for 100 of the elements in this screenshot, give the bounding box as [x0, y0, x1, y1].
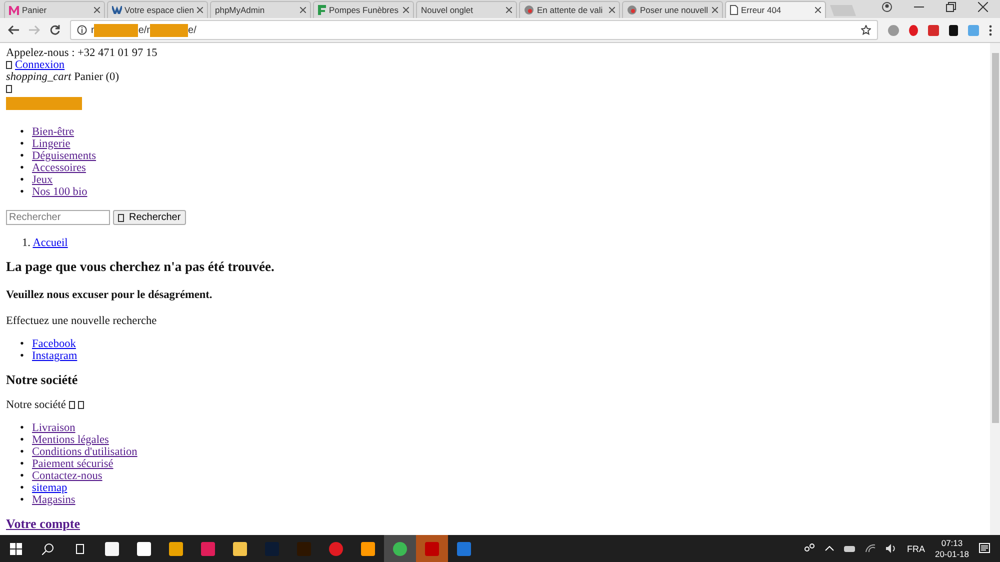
f-logo-icon [318, 5, 326, 15]
reload-icon[interactable] [50, 25, 60, 35]
language-indicator[interactable]: FRA [906, 544, 925, 554]
list-bullet: • [19, 126, 25, 138]
category-link[interactable]: Bien-être [32, 126, 74, 138]
close-icon[interactable] [506, 7, 512, 13]
footer-link[interactable]: sitemap [32, 482, 68, 494]
error-title: La page que vous cherchez n'a pas été trouvée. [6, 261, 276, 273]
category-link[interactable]: Lingerie [32, 138, 70, 150]
profile-icon[interactable] [882, 2, 892, 12]
cart-icon-text: shopping_cart [6, 71, 72, 83]
back-icon[interactable] [8, 25, 19, 35]
list-bullet: • [19, 494, 25, 506]
notification-icon[interactable] [979, 543, 990, 554]
clock[interactable]: 07:13 20-01-18 [934, 538, 969, 560]
section-heading: Notre société [6, 374, 79, 386]
close-icon[interactable] [712, 7, 718, 13]
info-icon [77, 25, 87, 35]
section-label: Notre société [6, 399, 984, 411]
browser-tab[interactable]: Poser une nouvell [622, 1, 723, 18]
page-icon [730, 5, 738, 15]
footer-link[interactable]: Paiement sécurisé [32, 458, 114, 470]
cart-text: Panier (0) [74, 71, 119, 83]
close-icon[interactable] [978, 2, 988, 12]
category-link[interactable]: Jeux [32, 174, 53, 186]
browser-tab[interactable]: Votre espace clien [107, 1, 208, 18]
wifi-icon[interactable] [864, 544, 876, 553]
category-link[interactable]: Déguisements [32, 150, 96, 162]
app-icon [297, 542, 311, 556]
menu-icon[interactable] [989, 24, 992, 36]
browser-tab[interactable]: phpMyAdmin [210, 1, 311, 18]
close-icon[interactable] [403, 7, 409, 13]
browser-tab[interactable]: En attente de vali [519, 1, 620, 18]
speaker-icon[interactable] [886, 544, 897, 553]
list-bullet: • [19, 350, 25, 362]
error-subtitle: Veuillez nous excuser pour le désagrément. [6, 289, 214, 301]
app-icon [361, 542, 375, 556]
list-bullet: • [19, 162, 25, 174]
list-bullet: • [19, 458, 25, 470]
address-bar[interactable]: r e/r e/ [70, 20, 878, 40]
list-bullet: • [19, 470, 25, 482]
search-field[interactable]: Rechercher [6, 210, 110, 225]
list-bullet: • [19, 338, 25, 350]
close-icon[interactable] [815, 7, 821, 13]
m-logo-icon [9, 6, 19, 14]
social-link[interactable]: Instagram [32, 350, 78, 362]
redaction-bar [94, 24, 138, 36]
app-icon [105, 542, 119, 556]
search-prompt: Effectuez une nouvelle recherche [6, 315, 158, 327]
app-icon [329, 542, 343, 556]
missing-glyph-icon [6, 85, 12, 93]
footer-link[interactable]: Conditions d'utilisation [32, 446, 138, 458]
social-link[interactable]: Facebook [32, 338, 76, 350]
browser-tab[interactable]: Nouvel onglet [416, 1, 517, 18]
phone-text: Appelez-nous : +32 471 01 97 15 [6, 47, 158, 59]
category-link[interactable]: Nos 100 bio [32, 186, 88, 198]
list-bullet: • [19, 186, 25, 198]
search-button[interactable]: Rechercher [113, 210, 186, 225]
app-icon [457, 542, 471, 556]
list-bullet: • [19, 446, 25, 458]
scrollbar[interactable] [990, 43, 1000, 535]
redaction-bar [150, 24, 188, 36]
app-icon [169, 542, 183, 556]
close-icon[interactable] [609, 7, 615, 13]
account-heading-link[interactable]: Votre compte [6, 516, 80, 531]
close-icon[interactable] [300, 7, 306, 13]
chevron-up-icon[interactable] [824, 546, 834, 551]
browser-tab[interactable]: Panier [4, 1, 105, 18]
close-icon[interactable] [94, 7, 100, 13]
list-bullet: • [19, 138, 25, 150]
footer-link[interactable]: Contactez-nous [32, 470, 102, 482]
list-bullet: • [19, 150, 25, 162]
restore-icon[interactable] [946, 2, 956, 12]
footer-link[interactable]: Livraison [32, 422, 76, 434]
list-bullet: • [19, 482, 25, 494]
breadcrumb-link[interactable]: Accueil [32, 237, 68, 249]
login-link[interactable]: Connexion [6, 59, 65, 71]
footer-link[interactable]: Magasins [32, 494, 76, 506]
url-text: r [91, 24, 94, 36]
list-bullet: • [19, 422, 25, 434]
list-bullet: • [19, 174, 25, 186]
app-icon [201, 542, 215, 556]
app-icon [425, 542, 439, 556]
category-link[interactable]: Accessoires [32, 162, 86, 174]
globe-icon [627, 5, 637, 15]
list-bullet: • [19, 434, 25, 446]
close-icon[interactable] [197, 7, 203, 13]
people-icon[interactable] [802, 543, 815, 554]
extension-icon[interactable] [949, 24, 958, 36]
star-icon[interactable] [861, 25, 871, 35]
url-text: e/ [188, 24, 196, 36]
w-logo-icon [112, 6, 122, 14]
app-icon [393, 542, 407, 556]
browser-tab[interactable]: Erreur 404 [725, 1, 826, 18]
globe-icon [524, 5, 534, 15]
search-icon [42, 542, 54, 554]
footer-link[interactable]: Mentions légales [32, 434, 109, 446]
windows-icon [10, 542, 22, 554]
browser-tab[interactable]: Pompes Funèbres [313, 1, 414, 18]
battery-icon[interactable] [844, 546, 855, 552]
